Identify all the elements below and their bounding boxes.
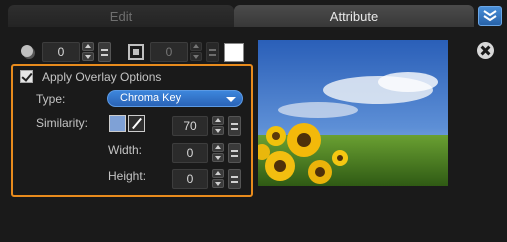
shadow-icon[interactable] — [20, 44, 36, 60]
border-icon[interactable] — [128, 44, 144, 60]
shadow-input[interactable]: 0 — [42, 42, 80, 62]
similarity-input[interactable]: 70 — [172, 116, 208, 136]
step-up-button[interactable] — [82, 42, 94, 51]
tab-edit[interactable]: Edit — [8, 5, 234, 27]
step-up-button[interactable] — [212, 143, 224, 152]
similarity-stepper[interactable] — [212, 116, 224, 136]
border-menu-button[interactable] — [206, 42, 219, 62]
step-down-button[interactable] — [212, 153, 224, 162]
preview-image — [258, 40, 448, 186]
border-stepper[interactable] — [190, 42, 202, 62]
step-down-button[interactable] — [82, 52, 94, 61]
type-label: Type: — [36, 92, 66, 106]
attribute-panel: Edit Attribute 0 0 Apply Overlay Options… — [0, 0, 507, 242]
similarity-menu-button[interactable] — [228, 116, 241, 136]
border-input[interactable]: 0 — [150, 42, 188, 62]
height-menu-button[interactable] — [228, 169, 241, 189]
width-label: Width: — [108, 143, 143, 157]
step-down-button[interactable] — [212, 126, 224, 135]
double-chevron-down-icon — [483, 10, 497, 22]
apply-overlay-label: Apply Overlay Options — [42, 70, 162, 84]
type-dropdown-value: Chroma Key — [120, 92, 182, 104]
step-up-button[interactable] — [212, 169, 224, 178]
collapse-button[interactable] — [478, 6, 502, 26]
height-input[interactable]: 0 — [172, 169, 208, 189]
shadow-stepper[interactable] — [82, 42, 94, 62]
key-color-swatch[interactable] — [109, 115, 126, 132]
width-menu-button[interactable] — [228, 143, 241, 163]
shadow-menu-button[interactable] — [98, 42, 111, 62]
similarity-label: Similarity: — [36, 116, 89, 130]
type-dropdown[interactable]: Chroma Key — [107, 90, 243, 107]
tab-attribute[interactable]: Attribute — [234, 5, 474, 27]
dropdown-arrow-icon — [226, 97, 236, 102]
width-input[interactable]: 0 — [172, 143, 208, 163]
width-stepper[interactable] — [212, 143, 224, 163]
eyedropper-icon[interactable] — [128, 115, 145, 132]
height-label: Height: — [108, 169, 147, 183]
apply-overlay-checkbox[interactable] — [20, 70, 33, 83]
close-icon[interactable] — [477, 42, 494, 59]
step-down-button[interactable] — [190, 52, 202, 61]
step-down-button[interactable] — [212, 179, 224, 188]
step-up-button[interactable] — [212, 116, 224, 125]
border-color-swatch[interactable] — [224, 43, 244, 62]
height-stepper[interactable] — [212, 169, 224, 189]
step-up-button[interactable] — [190, 42, 202, 51]
tab-bar: Edit Attribute — [0, 5, 507, 27]
